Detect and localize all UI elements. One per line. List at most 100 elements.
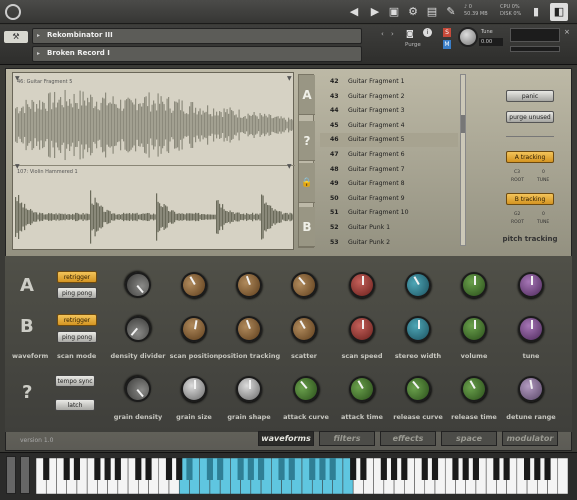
start-marker-icon[interactable]: ▼ [15,75,20,82]
list-item[interactable]: 53 Guitar Punk 2 [320,236,458,250]
end-marker-b-icon[interactable]: ▼ [287,163,292,170]
list-item[interactable]: 47 Guitar Fragment 6 [320,148,458,162]
black-key[interactable] [145,458,152,480]
black-key[interactable] [73,458,80,480]
pitch-wheel[interactable] [6,456,16,494]
collapse-arrow-icon[interactable]: ▸ [37,32,40,39]
black-key[interactable] [247,458,254,480]
list-item[interactable]: 52 Guitar Punk 1 [320,221,458,235]
instrument-name-field[interactable]: ▸ Rekombinator III [32,28,362,44]
list-item[interactable]: 43 Guitar Fragment 2 [320,90,458,104]
b-scan-speed-knob[interactable] [349,316,375,342]
black-key[interactable] [217,458,224,480]
black-key[interactable] [186,458,193,480]
start-marker-b-icon[interactable]: ▼ [15,163,20,170]
b-tune-value[interactable]: 0 [542,212,545,217]
prev-arrow-icon[interactable]: ◀ [345,3,363,21]
next-instrument-icon[interactable]: › [391,30,394,38]
gear-icon[interactable]: ⚙ [404,3,422,21]
black-key[interactable] [176,458,183,480]
b-tune-knob[interactable] [518,316,544,342]
black-key[interactable] [114,458,121,480]
black-key[interactable] [104,458,111,480]
a-root-value[interactable]: C3 [514,170,520,175]
black-key[interactable] [391,458,398,480]
black-key[interactable] [165,458,173,480]
a-ping-pong-button[interactable]: ping pong [57,287,97,299]
grain-size-knob[interactable] [181,376,207,402]
mute-button[interactable]: M [443,40,451,49]
close-icon[interactable]: × [564,28,570,36]
tab-filters[interactable]: filters [319,431,375,446]
a-volume-knob[interactable] [461,272,487,298]
a-tune-value[interactable]: 0 [542,170,545,175]
tab-space[interactable]: space [441,431,497,446]
tab-modulator[interactable]: modulator [502,431,558,446]
next-arrow-icon[interactable]: ▶ [366,3,384,21]
b-ping-pong-button[interactable]: ping pong [57,331,97,343]
black-key[interactable] [534,458,541,480]
random-slot-button[interactable]: ? [299,121,315,161]
snapshot-arrow-icon[interactable]: ▸ [37,50,40,57]
scrollbar-thumb[interactable] [461,115,465,133]
b-stereo-width-knob[interactable] [405,316,431,342]
lock-icon[interactable]: 🔒 [299,163,315,203]
b-retrigger-button[interactable]: retrigger [57,314,97,326]
latch-button[interactable]: latch [55,399,95,411]
keyboard-toggle-icon[interactable]: ▮ [527,3,545,21]
black-key[interactable] [94,458,101,480]
tab-waveforms[interactable]: waveforms [258,431,314,446]
b-volume-knob[interactable] [461,316,487,342]
slot-a-button[interactable]: A [299,75,315,115]
tempo-sync-button[interactable]: tempo sync [55,375,95,387]
slot-b-button[interactable]: B [299,207,315,247]
black-key[interactable] [472,458,479,480]
list-item[interactable]: 49 Guitar Fragment 8 [320,177,458,191]
tab-effects[interactable]: effects [380,431,436,446]
black-key[interactable] [462,458,469,480]
black-key[interactable] [237,458,244,480]
list-item[interactable]: 45 Guitar Fragment 4 [320,119,458,133]
rack-view-icon[interactable]: ▤ [423,3,441,21]
black-key[interactable] [503,458,510,480]
purge-unused-button[interactable]: purge unused [506,111,554,123]
kontakt-logo-icon[interactable] [5,4,21,20]
black-key[interactable] [524,458,531,480]
black-key[interactable] [43,458,50,480]
list-item[interactable]: 44 Guitar Fragment 3 [320,104,458,118]
white-key[interactable] [557,458,568,494]
solo-button[interactable]: S [443,28,451,37]
grain-shape-knob[interactable] [236,376,262,402]
a-tune-knob[interactable] [518,272,544,298]
mod-wheel[interactable] [20,456,30,494]
end-marker-icon[interactable]: ▼ [287,75,292,82]
pan-slider[interactable] [510,46,560,52]
black-key[interactable] [278,458,285,480]
save-icon[interactable]: ▣ [385,3,403,21]
black-key[interactable] [544,458,551,480]
info-icon[interactable]: i [423,28,432,37]
black-key[interactable] [380,458,387,480]
black-key[interactable] [258,458,265,480]
black-key[interactable] [421,458,428,480]
sample-list-scrollbar[interactable] [460,74,466,246]
black-key[interactable] [493,458,500,480]
list-item[interactable]: 48 Guitar Fragment 7 [320,163,458,177]
b-root-value[interactable]: G2 [514,212,520,217]
panic-button[interactable]: panic [506,90,554,102]
camera-icon[interactable]: ◙ [406,29,414,38]
b-tracking-button[interactable]: B tracking [506,193,554,205]
tune-value-field[interactable]: 0.00 [479,38,503,46]
browser-icon[interactable]: ✎ [442,3,460,21]
black-key[interactable] [452,458,459,480]
list-item[interactable]: 51 Guitar Fragment 10 [320,206,458,220]
black-key[interactable] [63,458,70,480]
black-key[interactable] [309,458,316,480]
black-key[interactable] [360,458,367,480]
list-item[interactable]: 50 Guitar Fragment 9 [320,192,458,206]
black-key[interactable] [431,458,439,480]
sample-list[interactable]: 42 Guitar Fragment 1 43 Guitar Fragment 2 44… [320,72,470,250]
black-key[interactable] [319,458,326,480]
wrench-icon[interactable]: ⚒ [4,31,28,43]
list-item[interactable]: 46 Guitar Fragment 5 [320,133,458,148]
